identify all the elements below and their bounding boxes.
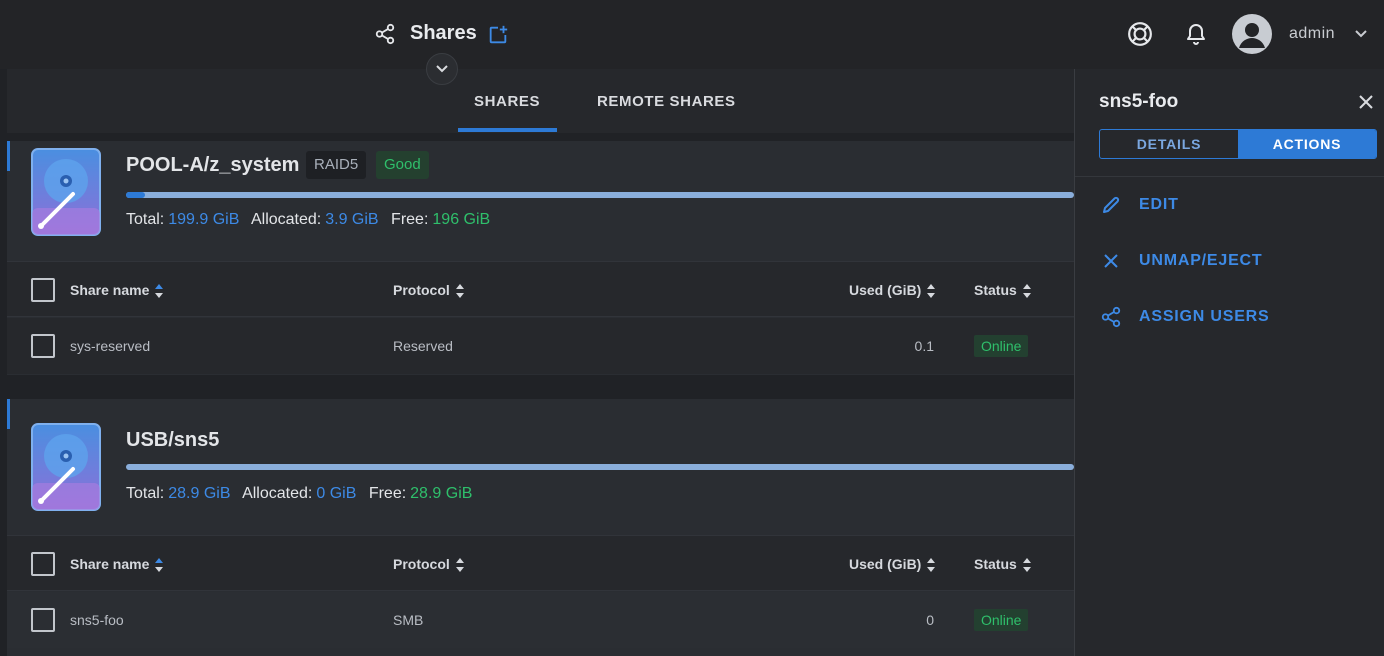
main-content: SHARES REMOTE SHARES POOL-A/z_system RAI… [7,69,1074,656]
col-status[interactable]: Status [974,556,1031,573]
share-protocol: SMB [393,612,424,628]
sort-icon [927,558,936,573]
free-label: Free: [368,485,407,502]
col-status[interactable]: Status [974,282,1031,299]
col-protocol[interactable]: Protocol [393,282,464,299]
sort-icon [1022,558,1031,573]
unmap-eject-label: UNMAP/EJECT [1139,252,1263,269]
edit-label: EDIT [1139,196,1179,213]
allocated-label: Allocated: [242,485,313,502]
col-share-name[interactable]: Share name [70,282,164,299]
sort-icon [1022,284,1031,299]
help-icon[interactable] [1127,21,1153,47]
pool-card: POOL-A/z_system RAID5 Good Total: 199.9 G… [7,141,1074,375]
pool-accent [7,399,10,429]
allocated-value: 0 GiB [316,485,357,502]
pool-stats: Total: 28.9 GiB Allocated: 0 GiB Free: 28.9… [126,485,472,503]
sort-icon [455,284,464,299]
chevron-down-icon [436,65,448,73]
table-row[interactable]: sys-reserved Reserved 0.1 Online [7,318,1074,374]
row-checkbox[interactable] [31,608,55,632]
table-header: Share name Protocol Used (GiB) Status [7,261,1074,317]
free-label: Free: [391,211,429,228]
share-name: sns5-foo [70,612,124,628]
total-label: Total: [126,485,165,502]
table-row[interactable]: sns5-foo SMB 0 Online [7,592,1074,648]
collapse-header-button[interactable] [426,53,458,85]
pool-name: USB/sns5 [126,429,220,451]
sort-icon [155,558,164,573]
tab-bar: SHARES REMOTE SHARES [7,69,1074,133]
panel-title: sns5-foo [1099,91,1179,112]
disk-icon [31,423,101,511]
assign-users-action[interactable]: ASSIGN USERS [1099,304,1270,330]
avatar[interactable] [1232,14,1272,54]
total-value: 199.9 GiB [168,211,240,228]
details-panel: sns5-foo DETAILS ACTIONS EDIT UNMAP/EJEC… [1074,69,1384,656]
status-badge: Online [974,609,1029,631]
col-share-name[interactable]: Share name [70,556,164,573]
close-icon[interactable] [1357,93,1375,111]
row-checkbox[interactable] [31,334,55,358]
assign-users-label: ASSIGN USERS [1139,308,1270,325]
col-protocol[interactable]: Protocol [393,556,464,573]
col-used[interactable]: Used (GiB) [849,282,936,299]
pool-card: USB/sns5 Total: 28.9 GiB Allocated: 0 GiB … [7,399,1074,656]
disk-icon [31,148,101,236]
health-badge: Good [376,151,429,179]
usage-bar [126,464,1074,470]
tab-details[interactable]: DETAILS [1100,130,1238,158]
share-protocol: Reserved [393,338,453,354]
share-used: 0 [926,612,934,628]
sort-icon [455,558,464,573]
status-badge: Online [974,335,1029,357]
tab-shares[interactable]: SHARES [474,93,540,110]
page-title: Shares [410,22,477,44]
share-icon [375,23,395,45]
panel-segmented-control: DETAILS ACTIONS [1099,129,1377,159]
close-icon [1099,249,1123,273]
pencil-icon [1099,193,1123,217]
user-menu-chevron-icon[interactable] [1354,27,1368,41]
share-icon [1099,305,1123,329]
tab-remote-shares[interactable]: REMOTE SHARES [597,93,736,110]
share-name: sys-reserved [70,338,151,354]
sort-icon [155,284,164,299]
allocated-label: Allocated: [250,211,322,228]
pool-accent [7,141,10,171]
pool-name: POOL-A/z_system [126,154,300,176]
share-used: 0.1 [914,338,934,354]
tab-actions[interactable]: ACTIONS [1238,130,1376,158]
usage-bar-fill [126,192,145,198]
bell-icon[interactable] [1184,22,1208,46]
sort-icon [927,284,936,299]
total-label: Total: [126,211,165,228]
free-value: 196 GiB [432,211,491,228]
select-all-checkbox[interactable] [31,552,55,576]
pool-stats: Total: 199.9 GiB Allocated: 3.9 GiB Free: 1… [126,211,490,229]
table-header: Share name Protocol Used (GiB) Status [7,535,1074,591]
usage-bar [126,192,1074,198]
allocated-value: 3.9 GiB [325,211,379,228]
select-all-checkbox[interactable] [31,278,55,302]
divider [1075,176,1384,177]
edit-action[interactable]: EDIT [1099,192,1179,218]
avatar-icon [1239,23,1265,48]
col-used[interactable]: Used (GiB) [849,556,936,573]
top-bar: Shares admin [0,0,1384,69]
unmap-eject-action[interactable]: UNMAP/EJECT [1099,248,1262,274]
raid-badge: RAID5 [306,151,367,179]
active-tab-indicator [458,128,557,132]
username[interactable]: admin [1289,25,1335,43]
free-value: 28.9 GiB [410,485,473,502]
total-value: 28.9 GiB [168,485,231,502]
add-share-icon[interactable] [487,24,509,46]
